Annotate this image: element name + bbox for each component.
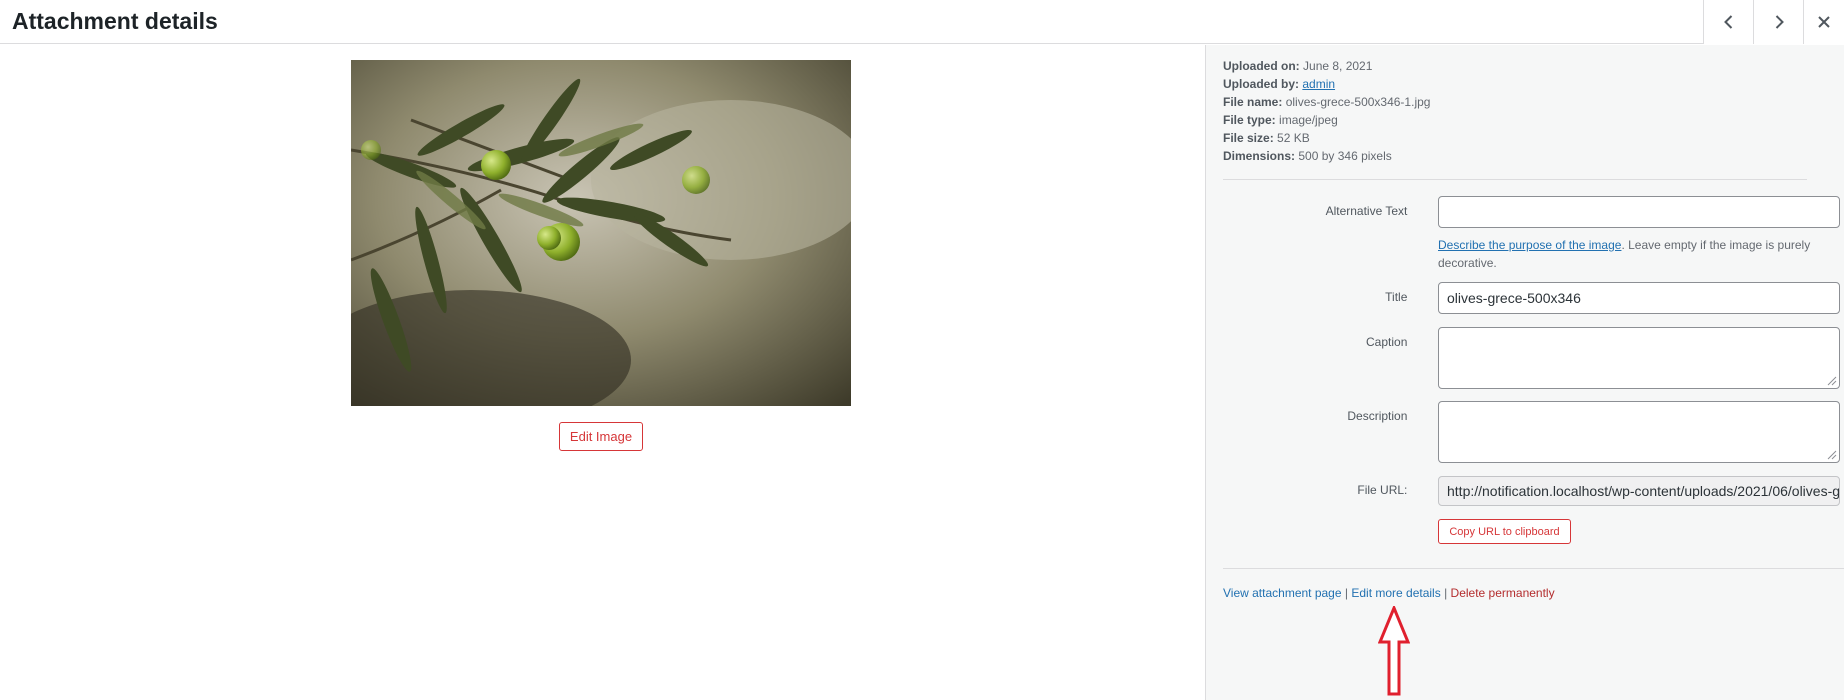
alt-text-help: Describe the purpose of the image. Leave… xyxy=(1438,236,1840,272)
media-preview-area: Edit Image xyxy=(0,45,1205,700)
attachment-image xyxy=(351,60,851,406)
file-name-value: olives-grece-500x346-1.jpg xyxy=(1285,95,1431,109)
dimensions-label: Dimensions: xyxy=(1223,149,1296,163)
file-url-label: File URL: xyxy=(1357,483,1408,497)
file-info: Uploaded on: June 8, 2021 Uploaded by: a… xyxy=(1223,57,1430,165)
file-name-label: File name: xyxy=(1223,95,1283,109)
uploaded-on-value: June 8, 2021 xyxy=(1303,59,1373,73)
title-input[interactable]: olives-grece-500x346 xyxy=(1438,282,1840,314)
previous-attachment-button[interactable] xyxy=(1703,0,1753,44)
separator: | xyxy=(1444,586,1448,600)
alt-text-label: Alternative Text xyxy=(1325,204,1408,218)
divider xyxy=(1223,179,1807,180)
annotation-arrow-icon xyxy=(1378,606,1410,696)
file-size-row: File size: 52 KB xyxy=(1223,129,1430,147)
copy-url-button[interactable]: Copy URL to clipboard xyxy=(1438,519,1571,544)
delete-permanently-link[interactable]: Delete permanently xyxy=(1451,586,1555,600)
uploaded-on-row: Uploaded on: June 8, 2021 xyxy=(1223,57,1430,75)
caption-textarea[interactable] xyxy=(1438,327,1840,389)
description-textarea[interactable] xyxy=(1438,401,1840,463)
uploaded-by-label: Uploaded by: xyxy=(1223,77,1300,91)
close-modal-button[interactable] xyxy=(1803,0,1844,44)
attachment-details-sidebar: Uploaded on: June 8, 2021 Uploaded by: a… xyxy=(1205,45,1844,700)
page-title: Attachment details xyxy=(12,8,218,34)
description-label: Description xyxy=(1347,409,1408,423)
file-size-value: 52 KB xyxy=(1277,131,1310,145)
chevron-right-icon xyxy=(1775,15,1784,29)
file-url-input[interactable]: http://notification.localhost/wp-content… xyxy=(1438,476,1840,506)
dimensions-value: 500 by 346 pixels xyxy=(1298,149,1392,163)
file-size-label: File size: xyxy=(1223,131,1274,145)
resize-grip-icon[interactable] xyxy=(1825,374,1837,386)
close-icon xyxy=(1818,16,1830,28)
chevron-left-icon xyxy=(1723,15,1732,29)
uploaded-by-link[interactable]: admin xyxy=(1302,77,1335,91)
alt-text-input[interactable] xyxy=(1438,196,1840,228)
title-label: Title xyxy=(1385,290,1408,304)
attachment-actions: View attachment page | Edit more details… xyxy=(1223,586,1555,600)
file-type-value: image/jpeg xyxy=(1279,113,1338,127)
uploaded-on-label: Uploaded on: xyxy=(1223,59,1300,73)
next-attachment-button[interactable] xyxy=(1753,0,1803,44)
describe-purpose-link[interactable]: Describe the purpose of the image xyxy=(1438,238,1621,252)
file-type-label: File type: xyxy=(1223,113,1276,127)
dimensions-row: Dimensions: 500 by 346 pixels xyxy=(1223,147,1430,165)
caption-label: Caption xyxy=(1366,335,1408,349)
file-name-row: File name: olives-grece-500x346-1.jpg xyxy=(1223,93,1430,111)
separator: | xyxy=(1344,586,1348,600)
modal-header: Attachment details xyxy=(0,0,1844,44)
file-type-row: File type: image/jpeg xyxy=(1223,111,1430,129)
view-attachment-link[interactable]: View attachment page xyxy=(1223,586,1342,600)
divider xyxy=(1223,568,1844,569)
edit-image-button[interactable]: Edit Image xyxy=(559,422,643,451)
resize-grip-icon[interactable] xyxy=(1825,448,1837,460)
edit-more-details-link[interactable]: Edit more details xyxy=(1351,586,1440,600)
uploaded-by-row: Uploaded by: admin xyxy=(1223,75,1430,93)
